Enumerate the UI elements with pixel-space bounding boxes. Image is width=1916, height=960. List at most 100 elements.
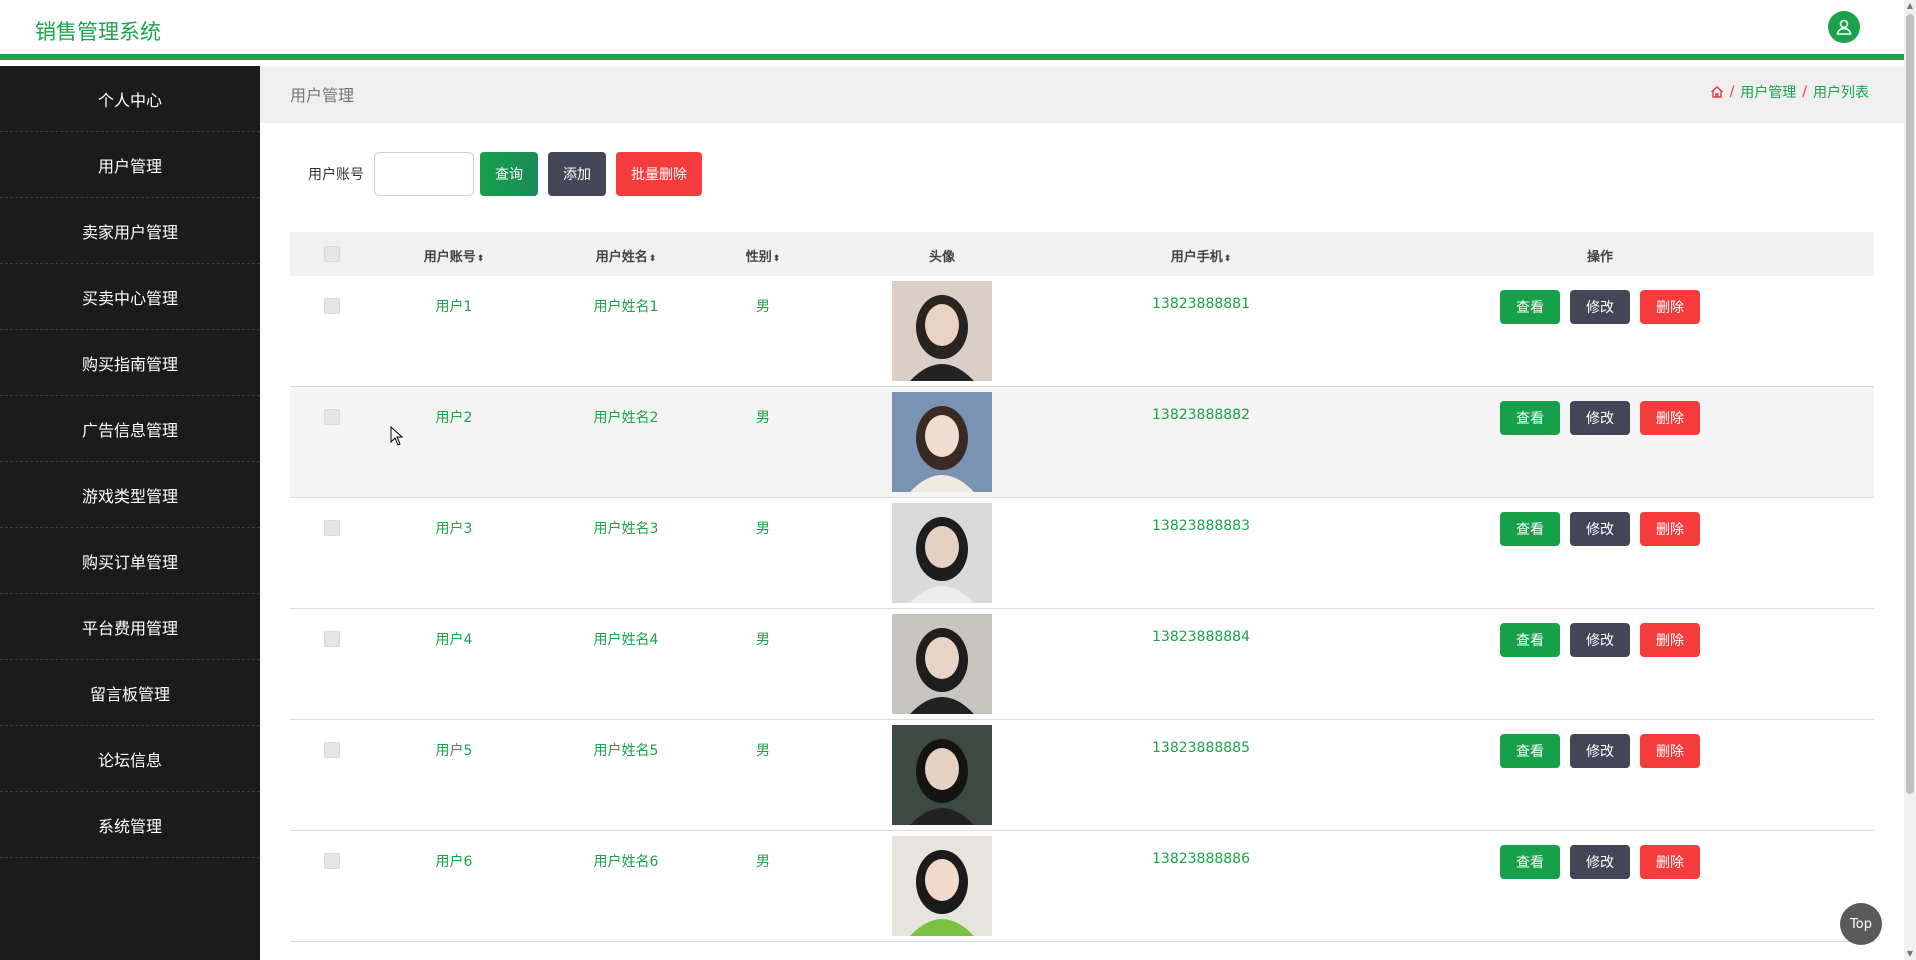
cell-phone: 13823888884 (1152, 629, 1250, 645)
mouse-cursor-icon (390, 426, 404, 446)
breadcrumb-user-management[interactable]: 用户管理 (1740, 82, 1796, 102)
user-table: 用户账号⬍ 用户姓名⬍ 性别⬍ 头像 用户手机⬍ 操作 用户1 用户姓名1 男 … (290, 232, 1874, 942)
column-header-phone[interactable]: 用户手机⬍ (1171, 246, 1232, 265)
row-actions: 查看 修改 删除 (1500, 401, 1700, 435)
scroll-up-arrow-icon[interactable]: ▲ (1904, 0, 1916, 12)
cell-name: 用户姓名3 (593, 521, 659, 537)
user-account-search-input[interactable] (374, 152, 474, 196)
cell-gender: 男 (756, 632, 770, 648)
sidebar-item-user-management[interactable]: 用户管理 (0, 132, 260, 198)
column-header-gender[interactable]: 性别⬍ (746, 246, 781, 265)
avatar-image (892, 392, 992, 492)
edit-button[interactable]: 修改 (1570, 623, 1630, 657)
sidebar-item-personal-center[interactable]: 个人中心 (0, 66, 260, 132)
cell-phone: 13823888886 (1152, 851, 1250, 867)
view-button[interactable]: 查看 (1500, 734, 1560, 768)
edit-button[interactable]: 修改 (1570, 845, 1630, 879)
sidebar-item-forum-info[interactable]: 论坛信息 (0, 726, 260, 792)
top-header: 销售管理系统 (0, 0, 1904, 60)
cell-phone: 13823888882 (1152, 407, 1250, 423)
row-checkbox[interactable] (324, 298, 340, 314)
query-button[interactable]: 查询 (480, 152, 538, 196)
sidebar-item-platform-fee-management[interactable]: 平台费用管理 (0, 594, 260, 660)
table-row: 用户2 用户姓名2 男 13823888882 查看 修改 删除 (290, 387, 1874, 498)
app-title: 销售管理系统 (35, 20, 161, 44)
view-button[interactable]: 查看 (1500, 623, 1560, 657)
cell-account: 用户1 (435, 299, 473, 315)
user-avatar-button[interactable] (1828, 11, 1860, 43)
sidebar-item-seller-user-management[interactable]: 卖家用户管理 (0, 198, 260, 264)
avatar-image (892, 836, 992, 936)
row-actions: 查看 修改 删除 (1500, 290, 1700, 324)
delete-button[interactable]: 删除 (1640, 623, 1700, 657)
cell-account: 用户2 (435, 410, 473, 426)
back-to-top-button[interactable]: Top (1840, 903, 1882, 945)
column-header-name[interactable]: 用户姓名⬍ (596, 246, 657, 265)
view-button[interactable]: 查看 (1500, 845, 1560, 879)
view-button[interactable]: 查看 (1500, 512, 1560, 546)
delete-button[interactable]: 删除 (1640, 512, 1700, 546)
breadcrumb-separator: / (1729, 84, 1735, 100)
home-icon[interactable] (1710, 85, 1724, 99)
sort-icon: ⬍ (476, 254, 485, 264)
table-row: 用户4 用户姓名4 男 13823888884 查看 修改 删除 (290, 609, 1874, 720)
edit-button[interactable]: 修改 (1570, 734, 1630, 768)
select-all-checkbox[interactable] (324, 246, 340, 262)
sidebar-item-trading-center-management[interactable]: 买卖中心管理 (0, 264, 260, 330)
cell-phone: 13823888883 (1152, 518, 1250, 534)
row-actions: 查看 修改 删除 (1500, 734, 1700, 768)
sidebar-item-ad-info-management[interactable]: 广告信息管理 (0, 396, 260, 462)
delete-button[interactable]: 删除 (1640, 734, 1700, 768)
batch-delete-button[interactable]: 批量删除 (616, 152, 702, 196)
table-header: 用户账号⬍ 用户姓名⬍ 性别⬍ 头像 用户手机⬍ 操作 (290, 232, 1874, 276)
delete-button[interactable]: 删除 (1640, 290, 1700, 324)
row-checkbox[interactable] (324, 520, 340, 536)
row-checkbox[interactable] (324, 853, 340, 869)
table-row: 用户1 用户姓名1 男 13823888881 查看 修改 删除 (290, 276, 1874, 387)
cell-name: 用户姓名6 (593, 854, 659, 870)
row-actions: 查看 修改 删除 (1500, 512, 1700, 546)
scroll-down-arrow-icon[interactable]: ▼ (1904, 948, 1916, 960)
delete-button[interactable]: 删除 (1640, 845, 1700, 879)
delete-button[interactable]: 删除 (1640, 401, 1700, 435)
edit-button[interactable]: 修改 (1570, 290, 1630, 324)
row-checkbox[interactable] (324, 631, 340, 647)
cell-gender: 男 (756, 743, 770, 759)
edit-button[interactable]: 修改 (1570, 512, 1630, 546)
user-icon (1836, 19, 1852, 35)
breadcrumb-separator: / (1802, 84, 1807, 100)
avatar-image (892, 614, 992, 714)
cell-account: 用户3 (435, 521, 473, 537)
table-row: 用户6 用户姓名6 男 13823888886 查看 修改 删除 (290, 831, 1874, 942)
title-bar: 用户管理 / 用户管理 / 用户列表 (260, 66, 1904, 123)
row-checkbox[interactable] (324, 409, 340, 425)
cell-name: 用户姓名4 (593, 632, 659, 648)
cell-phone: 13823888881 (1152, 296, 1250, 312)
table-row: 用户5 用户姓名5 男 13823888885 查看 修改 删除 (290, 720, 1874, 831)
sidebar-item-purchase-guide-management[interactable]: 购买指南管理 (0, 330, 260, 396)
sort-icon: ⬍ (648, 254, 657, 264)
sidebar-item-system-management[interactable]: 系统管理 (0, 792, 260, 858)
avatar-image (892, 281, 992, 381)
edit-button[interactable]: 修改 (1570, 401, 1630, 435)
scrollbar-thumb[interactable] (1906, 14, 1914, 794)
cell-gender: 男 (756, 521, 770, 537)
row-actions: 查看 修改 删除 (1500, 845, 1700, 879)
search-label: 用户账号 (308, 167, 364, 183)
add-button[interactable]: 添加 (548, 152, 606, 196)
column-header-account[interactable]: 用户账号⬍ (424, 246, 485, 265)
avatar-image (892, 725, 992, 825)
sidebar-item-game-type-management[interactable]: 游戏类型管理 (0, 462, 260, 528)
cell-name: 用户姓名1 (593, 299, 659, 315)
cell-gender: 男 (756, 299, 770, 315)
view-button[interactable]: 查看 (1500, 290, 1560, 324)
breadcrumb-user-list: 用户列表 (1813, 85, 1869, 101)
row-checkbox[interactable] (324, 742, 340, 758)
cell-gender: 男 (756, 854, 770, 870)
sidebar-item-purchase-order-management[interactable]: 购买订单管理 (0, 528, 260, 594)
table-row: 用户3 用户姓名3 男 13823888883 查看 修改 删除 (290, 498, 1874, 609)
view-button[interactable]: 查看 (1500, 401, 1560, 435)
sidebar-item-message-board-management[interactable]: 留言板管理 (0, 660, 260, 726)
column-header-avatar: 头像 (928, 250, 956, 265)
page-title: 用户管理 (290, 86, 355, 105)
